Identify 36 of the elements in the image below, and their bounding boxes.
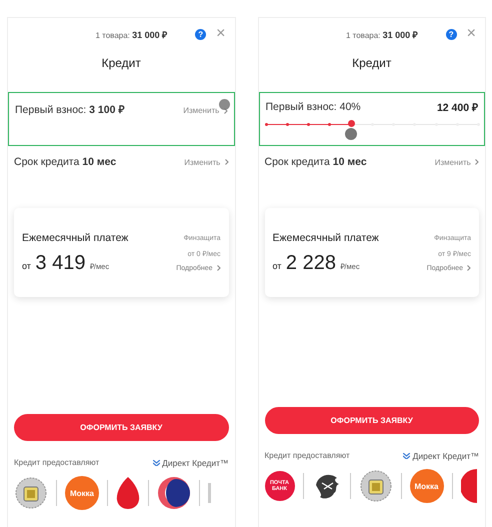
bank-crest-logo-icon bbox=[14, 476, 48, 510]
screen-title: Кредит bbox=[100, 56, 142, 70]
chevron-icon bbox=[224, 159, 228, 166]
help-button[interactable]: ? bbox=[446, 28, 457, 40]
submit-button[interactable]: ОФОРМИТЬ ЗАЯВКУ bbox=[14, 414, 228, 441]
bank-ring-logo-icon bbox=[157, 476, 191, 510]
egg-logo-icon bbox=[116, 476, 140, 510]
chevron-icon bbox=[216, 265, 220, 272]
chevron-icon bbox=[467, 265, 471, 272]
submit-button[interactable]: ОФОРМИТЬ ЗАЯВКУ bbox=[264, 407, 479, 434]
term-label: Срок кредита 10 мес bbox=[264, 156, 367, 168]
term-label: Срок кредита 10 мес bbox=[14, 156, 116, 168]
partner-logo-icon bbox=[403, 453, 410, 459]
down-payment-amount: 12 400 ₽ bbox=[436, 101, 478, 114]
cart-summary: 1 товара: 31 000 ₽ bbox=[346, 28, 418, 40]
partner-logo-icon bbox=[152, 460, 160, 466]
mokka-logo: Мокка bbox=[65, 476, 99, 510]
providers-label: Кредит предоставляют bbox=[14, 458, 100, 468]
partner-link[interactable]: Директ Кредит™ bbox=[403, 451, 479, 461]
chevron-icon bbox=[475, 159, 479, 166]
cart-summary: 1 товара: 31 000 ₽ bbox=[95, 28, 168, 40]
close-button[interactable]: × bbox=[216, 27, 226, 41]
screen-title: Кредит bbox=[351, 56, 392, 70]
change-link[interactable]: Изменить bbox=[434, 158, 479, 166]
close-button[interactable]: × bbox=[466, 27, 476, 41]
mokka-logo: Мокка bbox=[410, 469, 444, 503]
providers-label: Кредит предоставляют bbox=[264, 451, 350, 461]
change-link[interactable]: Изменить bbox=[184, 158, 228, 166]
payment-title: Ежемесячный платеж bbox=[22, 232, 128, 244]
help-button[interactable]: ? bbox=[195, 28, 206, 40]
slider-track[interactable] bbox=[266, 122, 478, 127]
bank-crest-logo-icon bbox=[358, 469, 392, 503]
down-payment-label: Первый взнос: 3 100 ₽ bbox=[15, 103, 124, 116]
partner-link[interactable]: Директ Кредит™ bbox=[152, 458, 228, 468]
down-payment-label: Первый взнос: 40% bbox=[266, 101, 361, 113]
payment-title: Ежемесячный платеж bbox=[272, 232, 379, 244]
